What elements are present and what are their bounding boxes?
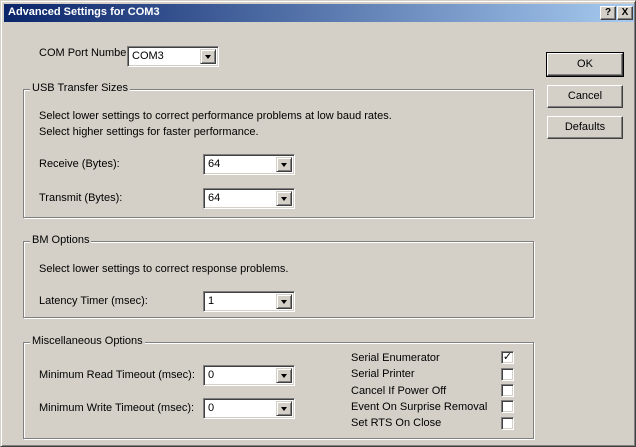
checkmark-icon: ✓ xyxy=(502,351,513,363)
receive-value: 64 xyxy=(208,158,221,170)
defaults-button[interactable]: Defaults xyxy=(547,116,623,139)
chevron-down-icon[interactable] xyxy=(200,49,216,64)
serial-printer-checkbox[interactable] xyxy=(501,368,514,381)
serial-enumerator-label: Serial Enumerator xyxy=(351,352,440,364)
latency-label: Latency Timer (msec): xyxy=(39,295,148,307)
receive-select[interactable]: 64 xyxy=(203,154,295,175)
com-port-label: COM Port Number: xyxy=(39,47,134,59)
write-timeout-label: Minimum Write Timeout (msec): xyxy=(39,402,195,414)
chevron-down-icon[interactable] xyxy=(276,157,292,172)
misc-options-group: Miscellaneous Options xyxy=(23,335,534,439)
com-port-value: COM3 xyxy=(132,50,164,62)
advanced-settings-dialog: Advanced Settings for COM3 ? X COM Port … xyxy=(0,0,636,447)
chevron-down-icon[interactable] xyxy=(276,368,292,383)
latency-value: 1 xyxy=(208,295,215,307)
write-timeout-value: 0 xyxy=(208,402,215,414)
surprise-removal-label: Event On Surprise Removal xyxy=(351,401,488,413)
ok-button[interactable]: OK xyxy=(546,52,624,77)
bm-options-legend: BM Options xyxy=(30,234,92,246)
rts-on-close-label: Set RTS On Close xyxy=(351,417,442,429)
write-timeout-select[interactable]: 0 xyxy=(203,398,295,419)
chevron-down-icon[interactable] xyxy=(276,401,292,416)
serial-enumerator-checkbox[interactable]: ✓ xyxy=(501,351,514,364)
window-title: Advanced Settings for COM3 xyxy=(8,6,160,18)
latency-select[interactable]: 1 xyxy=(203,291,295,312)
chevron-down-icon[interactable] xyxy=(276,294,292,309)
usb-transfer-legend: USB Transfer Sizes xyxy=(30,82,130,94)
title-bar[interactable]: Advanced Settings for COM3 ? X xyxy=(4,4,634,22)
read-timeout-select[interactable]: 0 xyxy=(203,365,295,386)
bm-hint: Select lower settings to correct respons… xyxy=(39,263,289,275)
com-port-select[interactable]: COM3 xyxy=(127,46,219,67)
rts-on-close-checkbox[interactable] xyxy=(501,417,514,430)
cancel-power-off-label: Cancel If Power Off xyxy=(351,385,447,397)
close-button[interactable]: X xyxy=(617,6,633,20)
receive-label: Receive (Bytes): xyxy=(39,158,120,170)
chevron-down-icon[interactable] xyxy=(276,191,292,206)
serial-printer-label: Serial Printer xyxy=(351,368,415,380)
read-timeout-label: Minimum Read Timeout (msec): xyxy=(39,369,195,381)
usb-hint-high: Select higher settings for faster perfor… xyxy=(39,126,259,138)
transmit-label: Transmit (Bytes): xyxy=(39,192,123,204)
transmit-select[interactable]: 64 xyxy=(203,188,295,209)
read-timeout-value: 0 xyxy=(208,369,215,381)
transmit-value: 64 xyxy=(208,192,221,204)
cancel-button[interactable]: Cancel xyxy=(547,85,623,108)
usb-hint-low: Select lower settings to correct perform… xyxy=(39,110,392,122)
cancel-power-off-checkbox[interactable] xyxy=(501,384,514,397)
help-button[interactable]: ? xyxy=(600,6,616,20)
surprise-removal-checkbox[interactable] xyxy=(501,400,514,413)
misc-options-legend: Miscellaneous Options xyxy=(30,335,145,347)
